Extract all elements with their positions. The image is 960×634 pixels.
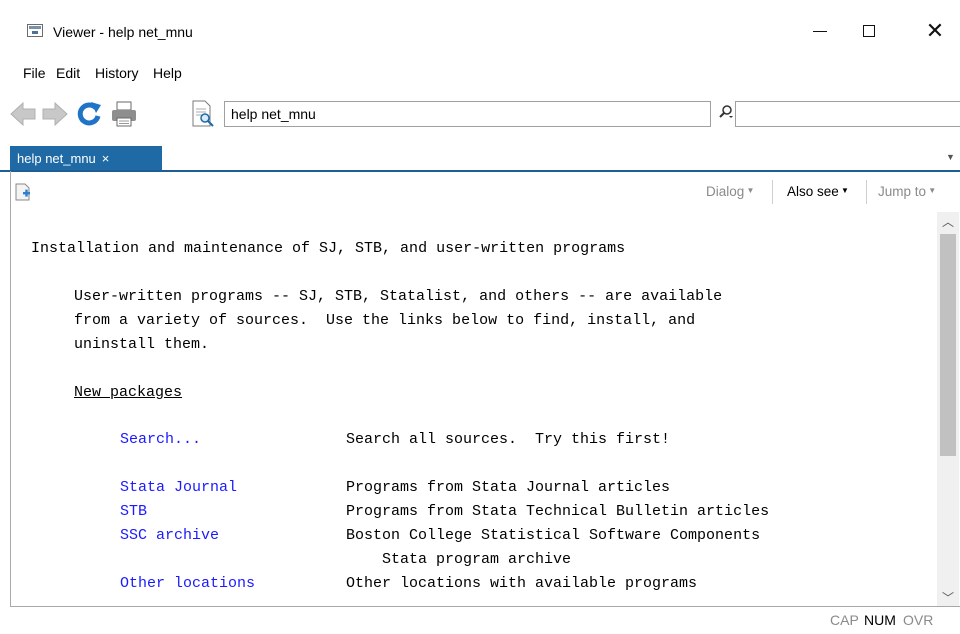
new-viewer-tab-icon[interactable]: [15, 183, 31, 201]
link-description-continued: Stata program archive: [382, 551, 572, 568]
print-icon[interactable]: [109, 99, 139, 129]
help-paragraph-line: User-written programs -- SJ, STB, Statal…: [74, 288, 723, 305]
menu-bar: File Edit History Help: [0, 60, 960, 88]
scroll-thumb[interactable]: [940, 234, 956, 456]
help-content: Installation and maintenance of SJ, STB,…: [11, 212, 937, 606]
link-description: Search all sources. Try this first!: [346, 431, 671, 448]
maximize-icon: [863, 25, 875, 37]
link-description: Boston College Statistical Software Comp…: [346, 527, 761, 544]
tab-help-net-mnu[interactable]: help net_mnu ×: [10, 146, 162, 170]
minimize-button[interactable]: [797, 14, 843, 48]
menu-history[interactable]: History: [95, 65, 139, 81]
scroll-up-icon[interactable]: ︿: [937, 212, 959, 230]
jump-to-dropdown[interactable]: Jump to ▼: [878, 184, 936, 199]
tab-label: help net_mnu: [17, 150, 96, 166]
link-stb[interactable]: STB: [120, 503, 147, 520]
help-paragraph-line: from a variety of sources. Use the links…: [74, 312, 696, 329]
link-description: Programs from Stata Journal articles: [346, 479, 671, 496]
status-bar: [0, 607, 960, 634]
tab-close-icon[interactable]: ×: [102, 151, 110, 166]
menu-edit[interactable]: Edit: [56, 65, 80, 81]
address-input[interactable]: help net_mnu: [224, 101, 711, 127]
link-description: Programs from Stata Technical Bulletin a…: [346, 503, 770, 520]
minimize-icon: [813, 30, 827, 32]
divider: [866, 180, 867, 204]
viewer-window: Viewer - help net_mnu ✕ File Edit Histor…: [0, 0, 960, 634]
also-see-label: Also see: [787, 184, 839, 199]
help-paragraph-line: uninstall them.: [74, 336, 210, 353]
back-arrow-icon[interactable]: [8, 99, 38, 129]
dialog-label: Dialog: [706, 184, 745, 199]
tab-list-dropdown-icon[interactable]: ▼: [946, 152, 955, 162]
also-see-dropdown[interactable]: Also see ▼: [787, 184, 849, 199]
viewer-app-icon: [27, 24, 43, 37]
link-description: Other locations with available programs: [346, 575, 698, 592]
link-stata-journal[interactable]: Stata Journal: [120, 479, 237, 496]
close-icon: ✕: [925, 18, 945, 43]
dialog-dropdown[interactable]: Dialog ▼: [706, 184, 754, 199]
link-search[interactable]: Search...: [120, 431, 201, 448]
status-cap: CAP: [830, 612, 859, 628]
jump-to-label: Jump to: [878, 184, 927, 199]
title-bar: Viewer - help net_mnu ✕: [0, 0, 960, 60]
section-title-new-packages: New packages: [74, 384, 183, 401]
link-ssc-archive[interactable]: SSC archive: [120, 527, 219, 544]
menu-file[interactable]: File: [23, 65, 46, 81]
search-icon[interactable]: [718, 104, 734, 120]
menu-help[interactable]: Help: [153, 65, 182, 81]
find-document-icon[interactable]: [188, 99, 218, 129]
link-other-locations[interactable]: Other locations: [120, 575, 255, 592]
maximize-button[interactable]: [846, 14, 892, 48]
forward-arrow-icon[interactable]: [40, 99, 70, 129]
search-input[interactable]: [735, 101, 960, 127]
refresh-icon[interactable]: [74, 99, 104, 129]
window-title: Viewer - help net_mnu: [53, 24, 193, 40]
close-button[interactable]: ✕: [912, 14, 958, 48]
divider: [772, 180, 773, 204]
status-ovr: OVR: [903, 612, 934, 628]
vertical-scrollbar[interactable]: ︿ ﹀: [937, 212, 959, 606]
scroll-down-icon[interactable]: ﹀: [937, 588, 959, 606]
help-heading: Installation and maintenance of SJ, STB,…: [31, 240, 626, 257]
status-num: NUM: [864, 612, 896, 628]
tab-bar: help net_mnu ×: [0, 146, 960, 172]
